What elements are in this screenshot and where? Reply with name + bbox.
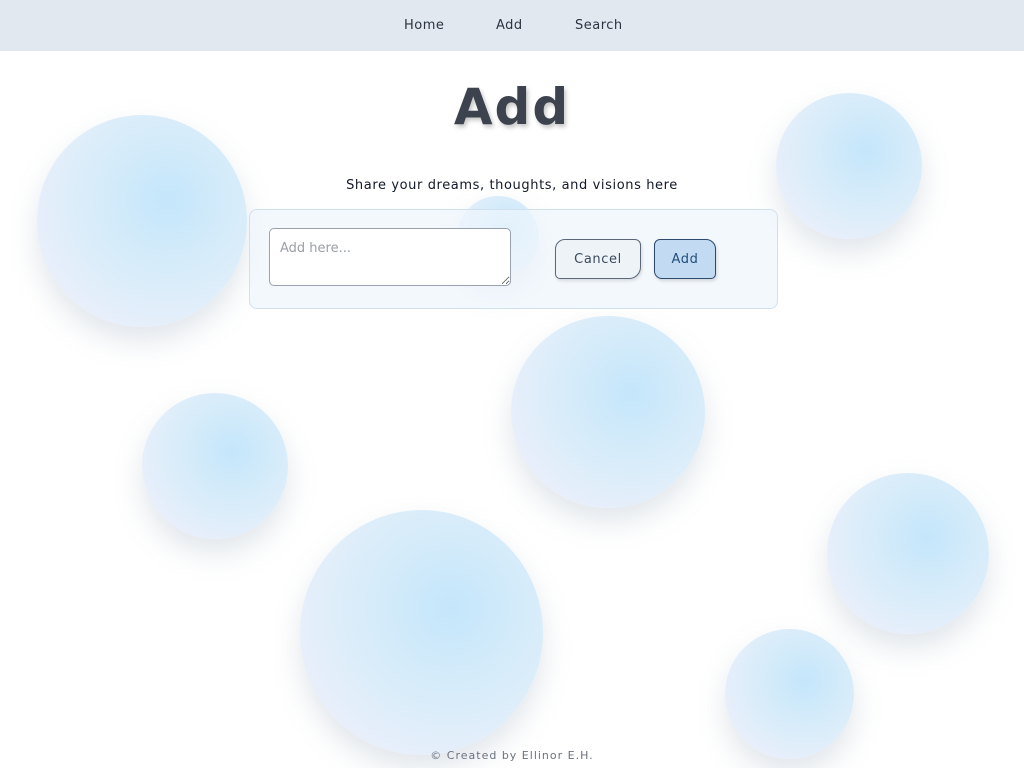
add-button[interactable]: Add [654,239,716,279]
decorative-bubble [142,393,288,539]
add-entry-form: Cancel Add [249,209,778,309]
decorative-bubble [827,473,989,634]
page-title: Add [453,78,571,136]
page-subtitle: Share your dreams, thoughts, and visions… [346,178,678,193]
entry-textarea[interactable] [269,228,511,286]
nav-search-link[interactable]: Search [575,18,623,33]
cancel-button[interactable]: Cancel [555,239,641,279]
nav-add-link[interactable]: Add [496,18,523,33]
footer-credit: © Created by Ellinor E.H. [430,749,594,762]
nav-home-link[interactable]: Home [404,18,444,33]
decorative-bubble [725,629,854,759]
decorative-bubble [37,115,247,327]
decorative-bubble [511,316,705,508]
top-navigation: Home Add Search [0,0,1024,51]
decorative-bubble [300,510,543,755]
